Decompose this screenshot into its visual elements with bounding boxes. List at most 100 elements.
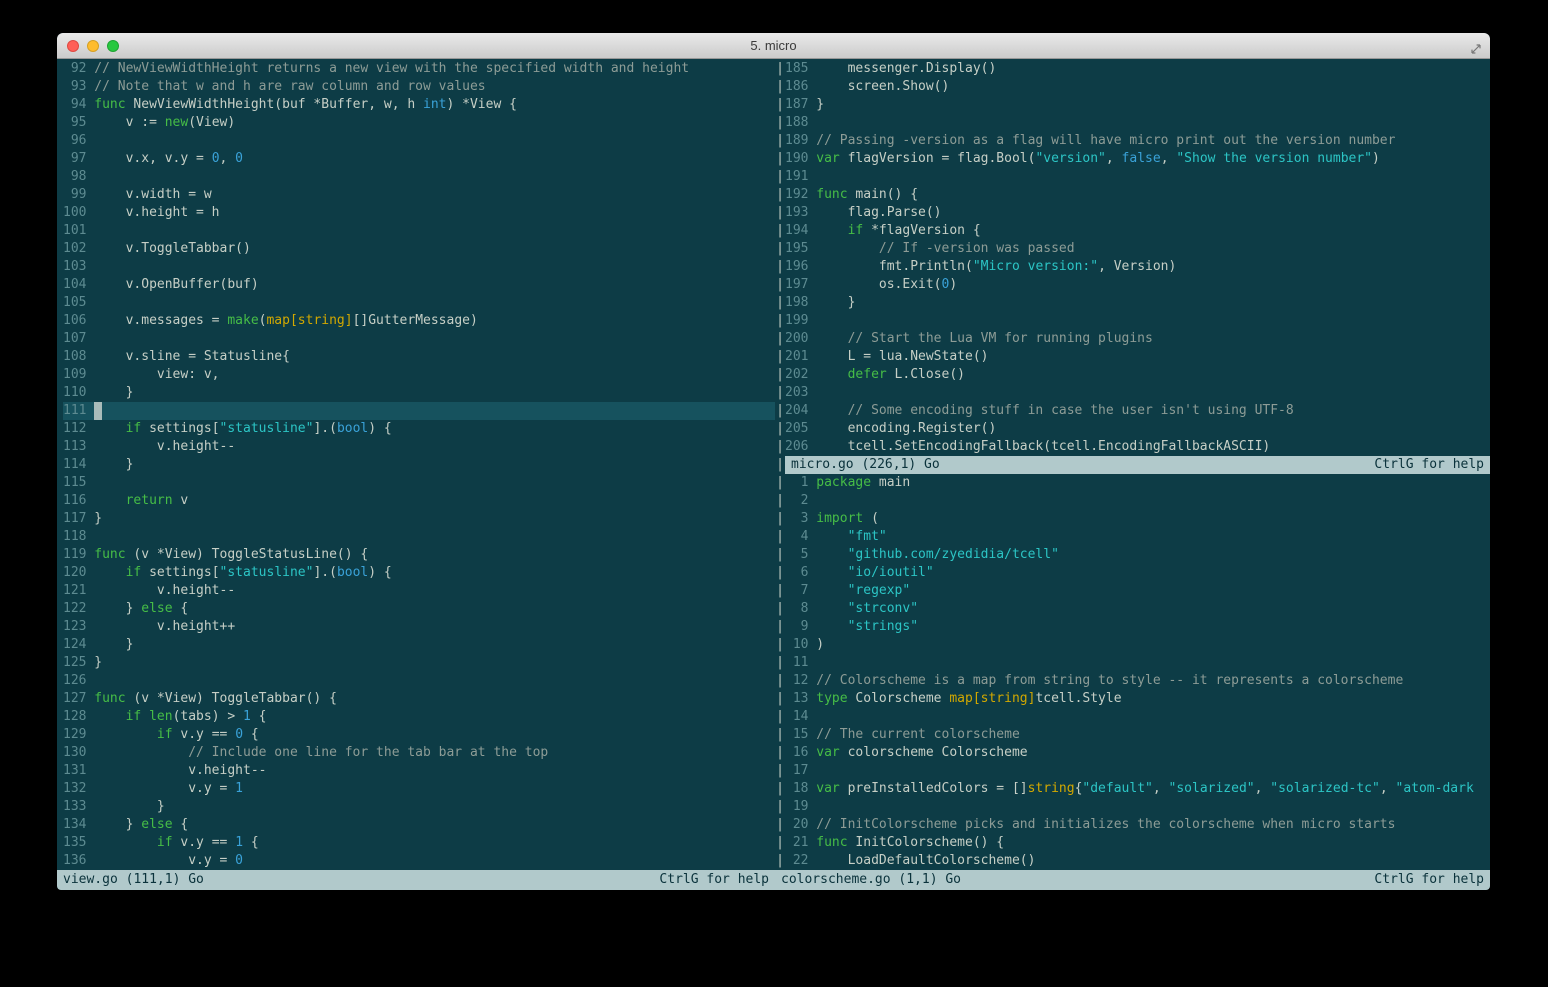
code-line[interactable]: 204 // Some encoding stuff in case the u… xyxy=(785,402,1490,420)
code-line[interactable]: 14 xyxy=(785,708,1490,726)
code-line[interactable]: 16 var colorscheme Colorscheme xyxy=(785,744,1490,762)
editor-pane-colorscheme[interactable]: 1 package main 2 3 import (4 "fmt" 5 "github.… xyxy=(785,474,1490,870)
code-line[interactable]: 131 v.height-- xyxy=(63,762,775,780)
code-line[interactable]: 201 L = lua.NewState() xyxy=(785,348,1490,366)
code-line[interactable]: 129 if v.y == 0 { xyxy=(63,726,775,744)
code-line[interactable]: 187} xyxy=(785,96,1490,114)
code-line[interactable]: 18 var preInstalledColors = []string{"def… xyxy=(785,780,1490,798)
code-line[interactable]: 12 // Colorscheme is a map from string to… xyxy=(785,672,1490,690)
code-line[interactable]: 97 v.x, v.y = 0, 0 xyxy=(63,150,775,168)
code-line[interactable]: 111 xyxy=(63,402,775,420)
code-line[interactable]: 132 v.y = 1 xyxy=(63,780,775,798)
code-line[interactable]: 128 if len(tabs) > 1 { xyxy=(63,708,775,726)
code-line[interactable]: 4 "fmt" xyxy=(785,528,1490,546)
zoom-button[interactable] xyxy=(107,39,119,52)
code-line[interactable]: 125} xyxy=(63,654,775,672)
editor-pane-view[interactable]: 92 // NewViewWidthHeight returns a new vi… xyxy=(57,60,775,870)
code-line[interactable]: 192 func main() { xyxy=(785,186,1490,204)
code-line[interactable]: 92 // NewViewWidthHeight returns a new vi… xyxy=(63,60,775,78)
code-line[interactable]: 190 var flagVersion = flag.Bool("version"… xyxy=(785,150,1490,168)
code-line[interactable]: 96 xyxy=(63,132,775,150)
code-line[interactable]: 98 xyxy=(63,168,775,186)
code-line[interactable]: 102 v.ToggleTabbar() xyxy=(63,240,775,258)
code-line[interactable]: 196 fmt.Println("Micro version:", Versio… xyxy=(785,258,1490,276)
code-line[interactable]: 120 if settings["statusline"].(bool) { xyxy=(63,564,775,582)
code-line[interactable]: 20 // InitColorscheme picks and initializ… xyxy=(785,816,1490,834)
code-line[interactable]: 8 "strconv" xyxy=(785,600,1490,618)
code-line[interactable]: 2 xyxy=(785,492,1490,510)
code-line[interactable]: 126 xyxy=(63,672,775,690)
code-line[interactable]: 186 screen.Show() xyxy=(785,78,1490,96)
code-line[interactable]: 197 os.Exit(0) xyxy=(785,276,1490,294)
code-line[interactable]: 134 } else { xyxy=(63,816,775,834)
code-line[interactable]: 106 v.messages = make(map[string][]Gutte… xyxy=(63,312,775,330)
code-line[interactable]: 107 xyxy=(63,330,775,348)
code-line[interactable]: 21 func InitColorscheme() { xyxy=(785,834,1490,852)
code-line[interactable]: 112 if settings["statusline"].(bool) { xyxy=(63,420,775,438)
code-line[interactable]: 185 messenger.Display() xyxy=(785,60,1490,78)
code-line[interactable]: 109 view: v, xyxy=(63,366,775,384)
code-line[interactable]: 100 v.height = h xyxy=(63,204,775,222)
code-line[interactable]: 206 tcell.SetEncodingFallback(tcell.Enco… xyxy=(785,438,1490,456)
code-line[interactable]: 19 xyxy=(785,798,1490,816)
resize-icon[interactable] xyxy=(1470,40,1482,59)
code-line[interactable]: 188 xyxy=(785,114,1490,132)
code-line[interactable]: 118 xyxy=(63,528,775,546)
code-line[interactable]: 195 // If -version was passed xyxy=(785,240,1490,258)
code-line[interactable]: 1 package main xyxy=(785,474,1490,492)
code-line[interactable]: 198 } xyxy=(785,294,1490,312)
code-line[interactable]: 11 xyxy=(785,654,1490,672)
code-line[interactable]: 95 v := new(View) xyxy=(63,114,775,132)
code-line[interactable]: 191 xyxy=(785,168,1490,186)
code-line[interactable]: 103 xyxy=(63,258,775,276)
code-line[interactable]: 9 "strings" xyxy=(785,618,1490,636)
code-line[interactable]: 22 LoadDefaultColorscheme() xyxy=(785,852,1490,870)
code-line[interactable]: 117} xyxy=(63,510,775,528)
code-line[interactable]: 114 } xyxy=(63,456,775,474)
code-line[interactable]: 123 v.height++ xyxy=(63,618,775,636)
code-line[interactable]: 93 // Note that w and h are raw column an… xyxy=(63,78,775,96)
close-button[interactable] xyxy=(67,39,79,52)
code-line[interactable]: 108 v.sline = Statusline{ xyxy=(63,348,775,366)
code-line[interactable]: 105 xyxy=(63,294,775,312)
code-line[interactable]: 122 } else { xyxy=(63,600,775,618)
code-line[interactable]: 189 // Passing -version as a flag will ha… xyxy=(785,132,1490,150)
code-line[interactable]: 113 v.height-- xyxy=(63,438,775,456)
code-line[interactable]: 101 xyxy=(63,222,775,240)
code-line[interactable]: 116 return v xyxy=(63,492,775,510)
code-text: v.messages = make(map[string][]GutterMes… xyxy=(94,313,478,328)
code-line[interactable]: 193 flag.Parse() xyxy=(785,204,1490,222)
code-line[interactable]: 7 "regexp" xyxy=(785,582,1490,600)
code-line[interactable]: 133 } xyxy=(63,798,775,816)
code-line[interactable]: 5 "github.com/zyedidia/tcell" xyxy=(785,546,1490,564)
code-line[interactable]: 135 if v.y == 1 { xyxy=(63,834,775,852)
code-line[interactable]: 17 xyxy=(785,762,1490,780)
code-line[interactable]: 3 import ( xyxy=(785,510,1490,528)
code-line[interactable]: 202 defer L.Close() xyxy=(785,366,1490,384)
code-text: v.x, v.y = 0, 0 xyxy=(94,151,243,166)
code-line[interactable]: 205 encoding.Register() xyxy=(785,420,1490,438)
code-line[interactable]: 194 if *flagVersion { xyxy=(785,222,1490,240)
code-line[interactable]: 136 v.y = 0 xyxy=(63,852,775,870)
code-line[interactable]: 6 "io/ioutil" xyxy=(785,564,1490,582)
editor-pane-micro[interactable]: 185 messenger.Display() 186 screen.Show()… xyxy=(785,60,1490,456)
code-line[interactable]: 104 v.OpenBuffer(buf) xyxy=(63,276,775,294)
code-line[interactable]: 15 // The current colorscheme xyxy=(785,726,1490,744)
code-line[interactable]: 13 type Colorscheme map[string]tcell.Styl… xyxy=(785,690,1490,708)
window-titlebar[interactable]: 5. micro xyxy=(57,33,1490,59)
code-line[interactable]: 127 func (v *View) ToggleTabbar() { xyxy=(63,690,775,708)
code-line[interactable]: 119 func (v *View) ToggleStatusLine() { xyxy=(63,546,775,564)
code-line[interactable]: 110 } xyxy=(63,384,775,402)
code-line[interactable]: 200 // Start the Lua VM for running plug… xyxy=(785,330,1490,348)
code-line[interactable]: 124 } xyxy=(63,636,775,654)
code-line[interactable]: 121 v.height-- xyxy=(63,582,775,600)
code-line[interactable]: 203 xyxy=(785,384,1490,402)
code-line[interactable]: 199 xyxy=(785,312,1490,330)
code-line[interactable]: 10) xyxy=(785,636,1490,654)
code-line[interactable]: 94 func NewViewWidthHeight(buf *Buffer, w… xyxy=(63,96,775,114)
code-line[interactable]: 115 xyxy=(63,474,775,492)
minimize-button[interactable] xyxy=(87,39,99,52)
code-line[interactable]: 99 v.width = w xyxy=(63,186,775,204)
code-text: "strconv" xyxy=(847,601,919,616)
code-line[interactable]: 130 // Include one line for the tab bar … xyxy=(63,744,775,762)
